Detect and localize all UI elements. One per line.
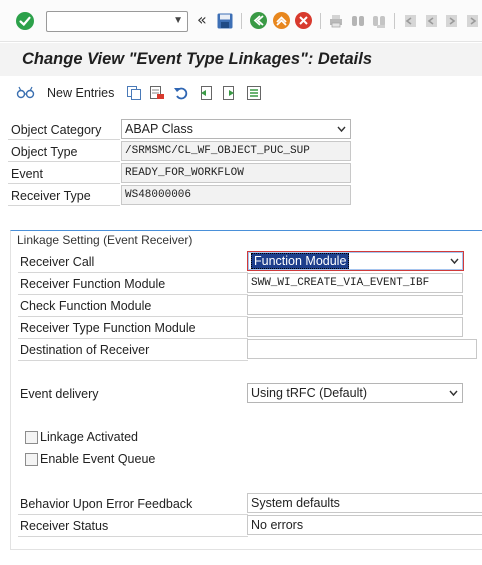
linkage-activated-label: Linkage Activated [40,430,138,444]
receiver-type-label: Receiver Type [8,186,120,206]
linkage-activated-checkbox[interactable] [25,431,38,444]
receiver-status-field[interactable]: No errors [247,515,482,535]
exit-icon[interactable] [273,12,290,29]
object-category-select[interactable]: ABAP Class [121,119,351,139]
event-label: Event [8,164,120,184]
object-type-field[interactable]: /SRMSMC/CL_WF_OBJECT_PUC_SUP [121,141,351,161]
enter-icon[interactable] [16,12,34,30]
double-left-icon[interactable]: « [197,10,207,29]
receiver-status-label: Receiver Status [18,516,248,537]
title-bar: Change View "Event Type Linkages": Detai… [0,43,482,76]
receiver-function-module-field[interactable]: SWW_WI_CREATE_VIA_EVENT_IBF [247,273,463,293]
glasses-icon[interactable] [16,85,36,99]
toolbar-separator [394,13,395,29]
application-toolbar: New Entries [0,78,482,108]
receiver-function-module-label: Receiver Function Module [18,274,248,295]
save-icon[interactable] [217,13,233,29]
last-page-icon[interactable] [465,13,480,28]
cancel-icon[interactable] [295,12,312,29]
behavior-upon-error-field[interactable]: System defaults [247,493,482,513]
page-title: Change View "Event Type Linkages": Detai… [22,50,373,68]
event-field[interactable]: READY_FOR_WORKFLOW [121,163,351,183]
receiver-type-function-module-field[interactable] [247,317,463,337]
destination-of-receiver-field[interactable] [247,339,477,359]
receiver-call-label: Receiver Call [18,252,248,273]
object-type-label: Object Type [8,142,120,162]
receiver-type-field[interactable]: WS48000006 [121,185,351,205]
receiver-type-function-module-label: Receiver Type Function Module [18,318,248,339]
receiver-call-select[interactable]: Function Module [247,251,464,271]
copy-icon[interactable] [126,85,142,101]
command-field[interactable]: ▼ [46,11,188,32]
chevron-down-icon [449,390,458,397]
system-toolbar: ▼ « [0,0,482,42]
next-page-icon[interactable] [444,13,459,28]
find-icon[interactable] [350,13,365,28]
previous-page-icon[interactable] [423,13,438,28]
check-function-module-label: Check Function Module [18,296,248,317]
command-dropdown-icon[interactable]: ▼ [173,15,183,26]
first-page-icon[interactable] [402,13,417,28]
enable-event-queue-label: Enable Event Queue [40,452,156,466]
object-category-label: Object Category [8,120,120,140]
enable-event-queue-checkbox[interactable] [25,453,38,466]
behavior-upon-error-label: Behavior Upon Error Feedback [18,494,248,515]
next-entry-icon[interactable] [222,85,238,101]
destination-of-receiver-label: Destination of Receiver [18,340,248,361]
check-function-module-field[interactable] [247,295,463,315]
undo-icon[interactable] [173,85,189,101]
chevron-down-icon [337,126,346,133]
event-delivery-value: Using tRFC (Default) [251,386,367,400]
receiver-call-value: Function Module [251,253,350,269]
toolbar-separator [241,13,242,29]
delete-icon[interactable] [149,85,165,101]
select-all-icon[interactable] [246,85,262,101]
find-next-icon[interactable] [371,13,386,28]
event-delivery-label: Event delivery [20,387,99,401]
previous-entry-icon[interactable] [197,85,213,101]
object-category-value: ABAP Class [125,122,193,136]
chevron-down-icon [450,258,459,265]
new-entries-button[interactable]: New Entries [47,86,114,100]
group-title: Linkage Setting (Event Receiver) [17,233,193,247]
event-delivery-select[interactable]: Using tRFC (Default) [247,383,463,403]
print-icon[interactable] [328,13,343,28]
toolbar-separator [320,13,321,29]
back-icon[interactable] [250,12,267,29]
linkage-setting-group: Linkage Setting (Event Receiver) Receive… [10,230,482,550]
